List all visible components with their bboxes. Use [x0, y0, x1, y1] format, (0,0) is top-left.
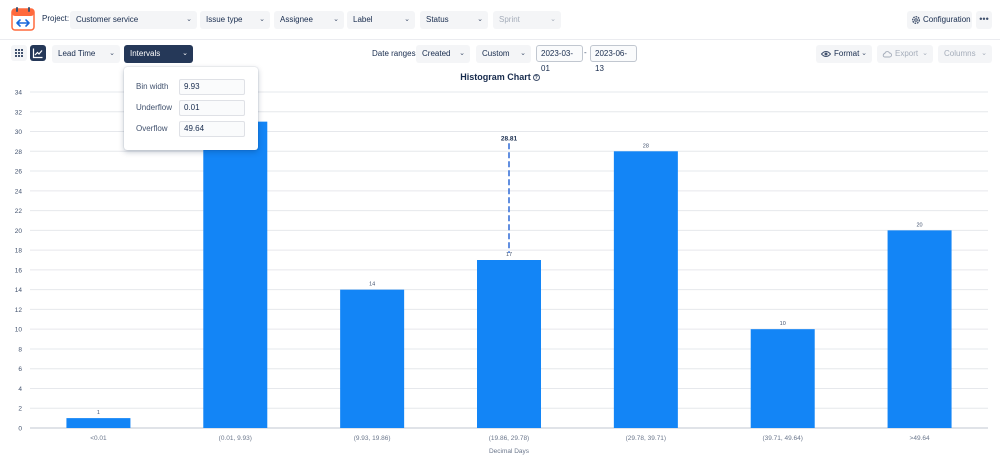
y-tick-label: 10 [15, 327, 23, 334]
marker-label: 28.81 [501, 135, 518, 142]
x-tick-label: <0.01 [90, 435, 107, 442]
y-tick-label: 34 [15, 90, 23, 97]
bar-value-label: 20 [917, 222, 923, 228]
bin-width-input[interactable]: 9.93 [179, 79, 245, 95]
y-tick-label: 28 [15, 149, 23, 156]
y-tick-label: 6 [18, 366, 22, 373]
bar-value-label: 10 [780, 321, 786, 327]
y-tick-label: 24 [15, 188, 23, 195]
bin-width-label: Bin width [136, 82, 169, 91]
y-tick-label: 14 [15, 287, 23, 294]
y-tick-label: 30 [15, 129, 23, 136]
x-tick-label: (0.01, 9.93) [219, 435, 252, 442]
overflow-value: 49.64 [184, 124, 205, 133]
underflow-value: 0.01 [184, 103, 200, 112]
histogram-bar [750, 329, 815, 428]
x-tick-label: >49.64 [910, 435, 930, 442]
y-tick-label: 22 [15, 208, 23, 215]
histogram-bar [66, 418, 131, 428]
x-tick-label: (9.93, 19.86) [354, 435, 391, 442]
y-tick-label: 16 [15, 267, 23, 274]
x-axis-title: Decimal Days [489, 448, 530, 455]
y-tick-label: 20 [15, 228, 23, 235]
y-tick-label: 4 [18, 386, 22, 393]
y-tick-label: 2 [18, 406, 22, 413]
bar-value-label: 28 [643, 143, 649, 149]
histogram-bar [887, 230, 952, 428]
underflow-input[interactable]: 0.01 [179, 100, 245, 116]
y-tick-label: 12 [15, 307, 23, 314]
histogram-bar [340, 289, 405, 428]
y-tick-label: 8 [18, 346, 22, 353]
x-tick-label: (19.86, 29.78) [489, 435, 529, 442]
overflow-label: Overflow [136, 124, 168, 133]
x-tick-label: (39.71, 49.64) [762, 435, 802, 442]
bar-value-label: 14 [369, 282, 375, 288]
x-tick-label: (29.78, 39.71) [626, 435, 666, 442]
y-tick-label: 18 [15, 248, 23, 255]
underflow-label: Underflow [136, 103, 173, 112]
histogram-bar [477, 260, 541, 428]
histogram-bar [203, 121, 268, 428]
overflow-input[interactable]: 49.64 [179, 121, 245, 137]
y-tick-label: 26 [15, 169, 23, 176]
intervals-popover: Bin width 9.93 Underflow 0.01 Overflow 4… [124, 67, 258, 150]
y-tick-label: 32 [15, 109, 23, 116]
bar-value-label: 1 [97, 410, 100, 416]
y-tick-label: 0 [18, 426, 22, 433]
bin-width-value: 9.93 [184, 82, 200, 91]
histogram-bar [613, 151, 678, 428]
